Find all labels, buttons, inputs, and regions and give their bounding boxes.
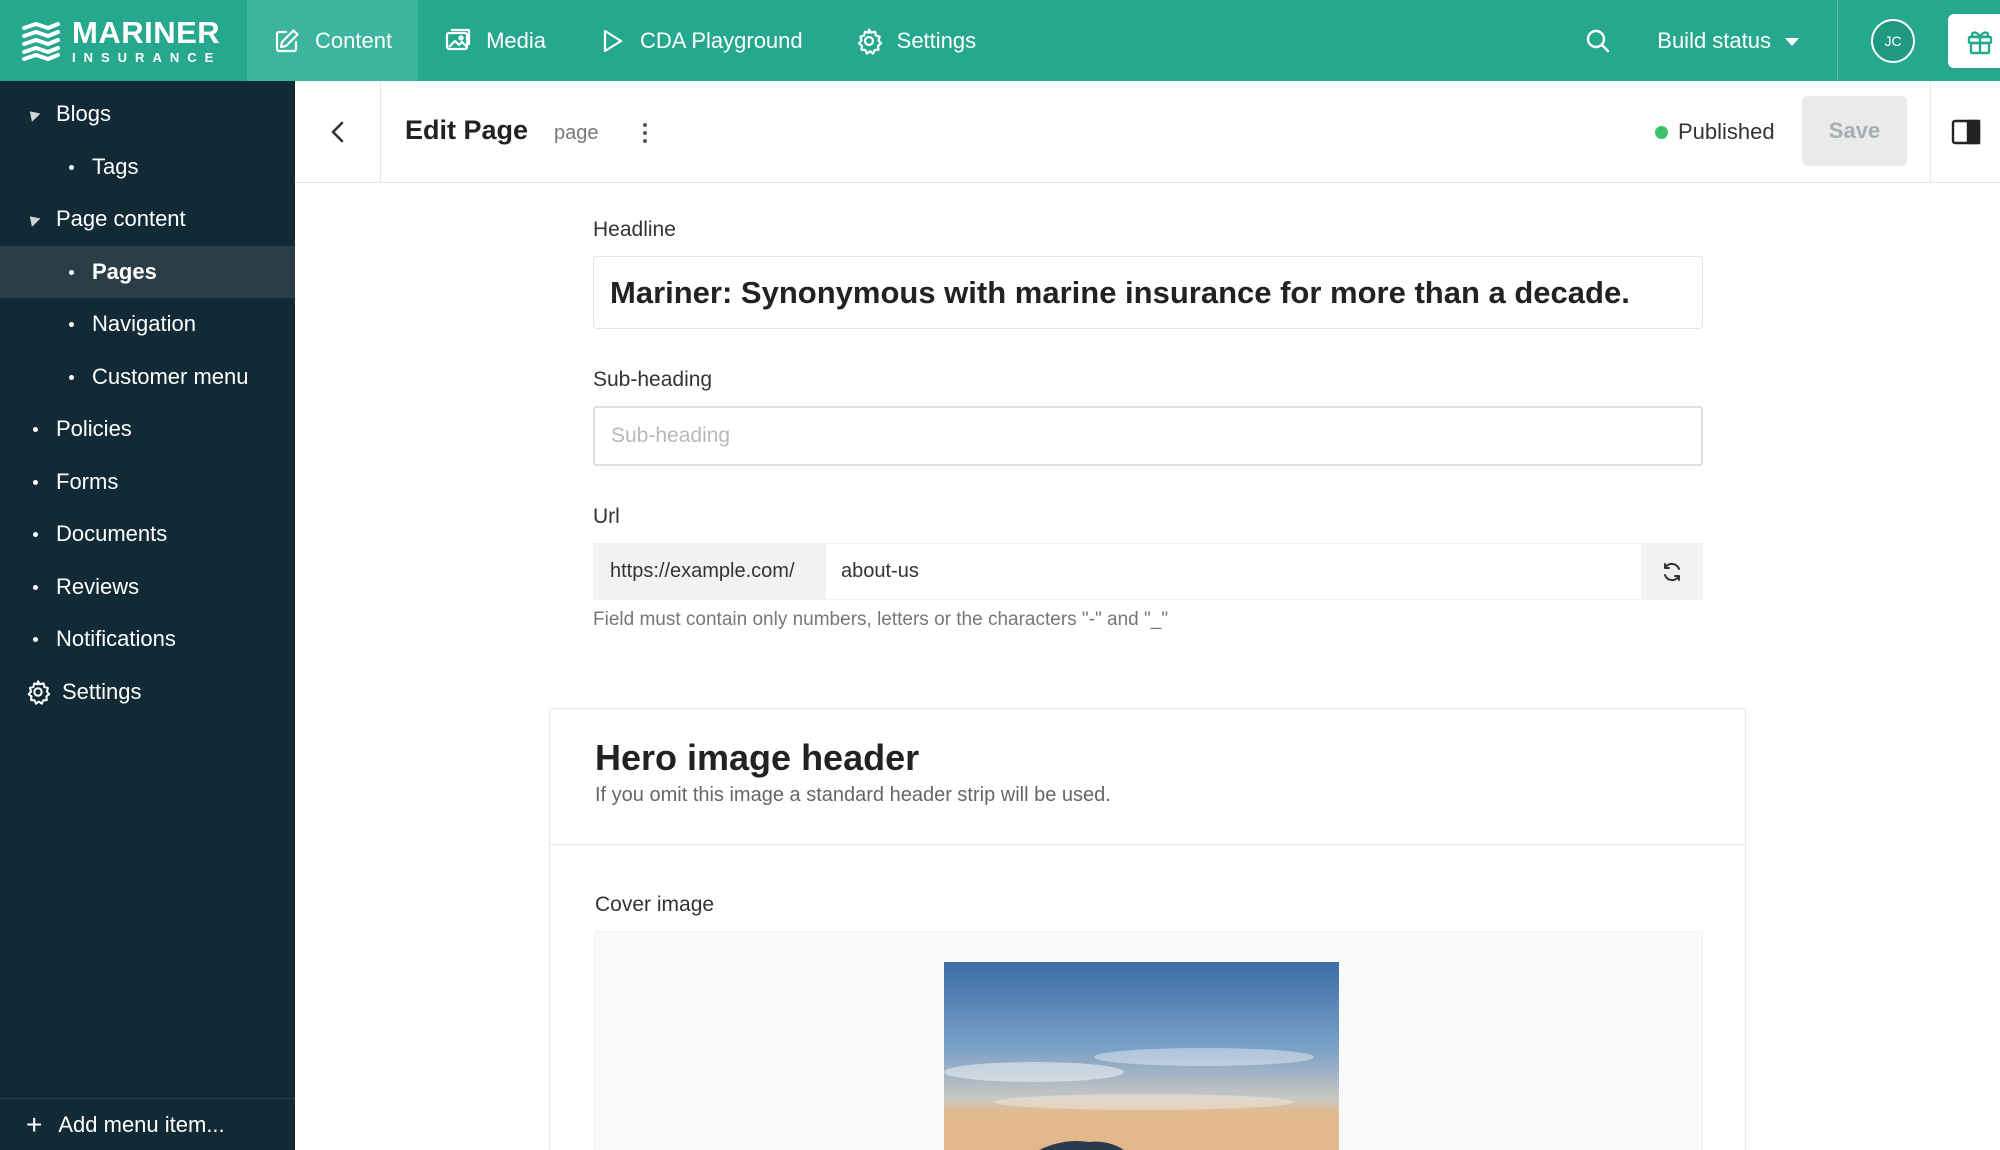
sidebar-item-label: Documents bbox=[56, 521, 168, 546]
sidebar-item-customer-menu[interactable]: Customer menu bbox=[0, 351, 295, 403]
gear-icon bbox=[857, 27, 882, 55]
play-icon bbox=[603, 29, 623, 52]
build-status-label: Build status bbox=[1657, 27, 1771, 53]
sidebar-item-settings[interactable]: Settings bbox=[0, 666, 295, 718]
status-badge: Published bbox=[1655, 119, 1775, 145]
sidebar-item-documents[interactable]: Documents bbox=[0, 508, 295, 560]
sidebar-item-pages[interactable]: Pages bbox=[0, 246, 295, 298]
bullet-icon bbox=[69, 375, 74, 380]
whats-new-button[interactable] bbox=[1948, 13, 2000, 68]
save-button[interactable]: Save bbox=[1802, 96, 1907, 166]
sidebar-item-label: Notifications bbox=[56, 626, 176, 651]
bullet-icon bbox=[33, 480, 38, 485]
sidebar: Blogs Tags Page content Pages Navigation… bbox=[0, 81, 295, 1150]
sidebar-item-blogs[interactable]: Blogs bbox=[0, 88, 295, 140]
top-bar: MARINER INSURANCE Content Media CDA Play… bbox=[0, 0, 2000, 81]
tab-settings-label: Settings bbox=[896, 27, 977, 53]
subheading-input[interactable] bbox=[593, 406, 1703, 466]
status-dot-icon bbox=[1655, 125, 1668, 139]
url-prefix: https://example.com/ bbox=[593, 543, 826, 600]
sidebar-item-label: Customer menu bbox=[92, 364, 249, 389]
url-field: https://example.com/ bbox=[593, 543, 1703, 600]
search-icon bbox=[1587, 29, 1610, 52]
refresh-icon bbox=[1664, 562, 1680, 581]
url-slug-input[interactable] bbox=[826, 543, 1641, 600]
chevron-left-icon bbox=[331, 121, 343, 143]
status-label: Published bbox=[1678, 119, 1775, 144]
tab-media[interactable]: Media bbox=[418, 0, 572, 81]
bullet-icon bbox=[33, 637, 38, 642]
sidebar-item-navigation[interactable]: Navigation bbox=[0, 298, 295, 350]
search-button[interactable] bbox=[1563, 27, 1633, 55]
tab-content[interactable]: Content bbox=[247, 0, 419, 81]
cover-image-label: Cover image bbox=[595, 893, 715, 916]
tab-cda-playground-label: CDA Playground bbox=[639, 27, 803, 53]
content-type-label: page bbox=[554, 122, 599, 144]
tab-media-label: Media bbox=[486, 27, 546, 53]
expanded-triangle-icon bbox=[25, 107, 41, 122]
expanded-triangle-icon bbox=[25, 212, 41, 227]
subheading-label: Sub-heading bbox=[593, 368, 713, 391]
bullet-icon bbox=[69, 165, 74, 170]
page-title: Edit Page bbox=[405, 115, 529, 145]
hero-image-section: Hero image header If you omit this image… bbox=[549, 708, 1746, 1150]
plus-icon: + bbox=[26, 1108, 43, 1140]
url-label: Url bbox=[593, 505, 620, 528]
sidebar-panel-toggle[interactable] bbox=[1930, 81, 2000, 183]
cover-image-field[interactable] bbox=[594, 931, 1703, 1150]
tab-cda-playground[interactable]: CDA Playground bbox=[572, 0, 829, 81]
waves-logo-icon bbox=[22, 21, 60, 61]
sidebar-item-tags[interactable]: Tags bbox=[0, 141, 295, 193]
sidebar-item-label: Blogs bbox=[56, 101, 112, 126]
regenerate-slug-button[interactable] bbox=[1641, 543, 1703, 600]
build-status-dropdown[interactable]: Build status bbox=[1633, 0, 1838, 81]
brand-name: MARINER bbox=[72, 15, 221, 50]
url-help-text: Field must contain only numbers, letters… bbox=[593, 609, 1169, 630]
bullet-icon bbox=[33, 427, 38, 432]
hero-section-header: Hero image header If you omit this image… bbox=[550, 709, 1745, 845]
bullet-icon bbox=[33, 532, 38, 537]
tab-content-label: Content bbox=[315, 27, 393, 53]
headline-label: Headline bbox=[593, 218, 676, 241]
sidebar-item-policies[interactable]: Policies bbox=[0, 403, 295, 455]
tab-settings[interactable]: Settings bbox=[829, 0, 1003, 81]
hero-section-description: If you omit this image a standard header… bbox=[595, 784, 1111, 806]
edit-icon bbox=[275, 28, 299, 52]
sidebar-item-label: Navigation bbox=[92, 311, 196, 336]
sidebar-item-reviews[interactable]: Reviews bbox=[0, 561, 295, 613]
hero-section-title: Hero image header bbox=[595, 737, 920, 778]
add-menu-item-label: Add menu item... bbox=[58, 1111, 225, 1137]
bullet-icon bbox=[69, 270, 74, 275]
caret-down-icon bbox=[1785, 38, 1799, 46]
headline-field[interactable]: Mariner: Synonymous with marine insuranc… bbox=[593, 256, 1703, 329]
sidebar-item-label: Forms bbox=[56, 469, 119, 494]
side-panel-icon bbox=[1951, 119, 1980, 145]
brand-subtitle: INSURANCE bbox=[72, 50, 222, 65]
bullet-icon bbox=[69, 322, 74, 327]
back-button[interactable] bbox=[295, 81, 381, 183]
sidebar-item-label: Tags bbox=[92, 154, 139, 179]
sidebar-item-label: Policies bbox=[56, 416, 132, 441]
brand-logo[interactable]: MARINER INSURANCE bbox=[0, 0, 247, 81]
add-menu-item-button[interactable]: + Add menu item... bbox=[0, 1098, 295, 1150]
sidebar-item-label: Page content bbox=[56, 206, 186, 231]
sidebar-item-forms[interactable]: Forms bbox=[0, 456, 295, 508]
image-icon bbox=[445, 28, 471, 50]
more-options-button[interactable] bbox=[635, 119, 655, 147]
sidebar-item-label: Pages bbox=[92, 259, 157, 284]
sidebar-item-label: Settings bbox=[62, 679, 142, 704]
sidebar-item-notifications[interactable]: Notifications bbox=[0, 613, 295, 665]
gear-icon bbox=[27, 680, 51, 705]
sea-sunset-image bbox=[944, 962, 1339, 1150]
sidebar-item-label: Reviews bbox=[56, 574, 140, 599]
cover-image-thumbnail[interactable] bbox=[944, 962, 1339, 1150]
editor-header: Edit Page page Published Save bbox=[295, 81, 2000, 183]
bullet-icon bbox=[33, 585, 38, 590]
avatar[interactable]: JC bbox=[1871, 18, 1915, 63]
gift-icon bbox=[1967, 30, 1993, 54]
sidebar-item-page-content[interactable]: Page content bbox=[0, 193, 295, 245]
